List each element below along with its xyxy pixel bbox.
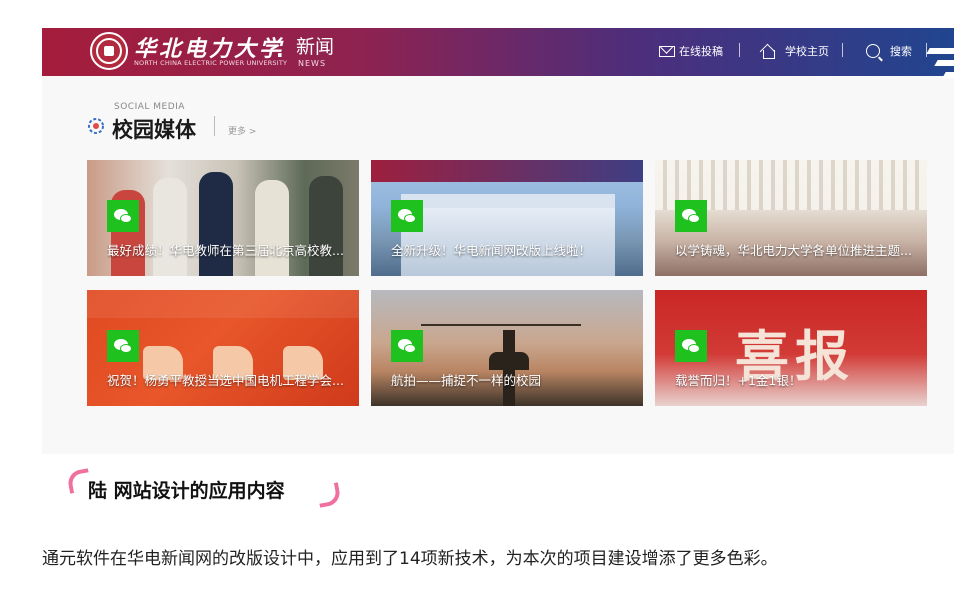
- section-title: 校园媒体: [112, 118, 196, 142]
- photo-figure: [199, 172, 233, 276]
- envelope-icon: [659, 45, 675, 57]
- heading-bracket-right: [316, 482, 342, 508]
- nav-submit-label: 在线投稿: [679, 45, 723, 58]
- section-title-cn: 新闻: [296, 36, 335, 58]
- wechat-icon: [391, 330, 423, 362]
- nav-submit[interactable]: 在线投稿: [659, 40, 723, 62]
- card-caption: 载誉而归！+1金1银！: [675, 373, 802, 388]
- nav-divider: [842, 43, 843, 57]
- photo-figure: [255, 180, 289, 276]
- screenshot-panel: 华北电力大学 NORTH CHINA ELECTRIC POWER UNIVER…: [42, 28, 954, 454]
- article-heading: 陆 网站设计的应用内容: [88, 480, 285, 502]
- section-divider: [214, 116, 215, 136]
- nav-divider: [739, 43, 740, 57]
- section-label-en: SOCIAL MEDIA: [114, 102, 185, 112]
- media-card[interactable]: 祝贺！杨勇平教授当选中国电机工程学会...: [87, 290, 359, 406]
- tower-silhouette: [489, 330, 529, 406]
- card-caption: 航拍——捕捉不一样的校园: [391, 373, 542, 388]
- card-caption: 祝贺！杨勇平教授当选中国电机工程学会...: [107, 373, 344, 388]
- wechat-icon: [107, 330, 139, 362]
- university-seal-logo[interactable]: [90, 32, 128, 70]
- photo-figure: [309, 176, 343, 276]
- banner-band: [87, 290, 359, 318]
- media-card[interactable]: 航拍——捕捉不一样的校园: [371, 290, 643, 406]
- media-card[interactable]: 全新升级！华电新闻网改版上线啦！: [371, 160, 643, 276]
- media-card[interactable]: 最好成绩！华电教师在第三届北京高校教...: [87, 160, 359, 276]
- nav-homepage[interactable]: 学校主页: [761, 40, 829, 62]
- title-dot: .: [276, 38, 284, 62]
- site-header: 华北电力大学 NORTH CHINA ELECTRIC POWER UNIVER…: [42, 28, 954, 78]
- article-paragraph: 通元软件在华电新闻网的改版设计中，应用到了14项新技术，为本次的项目建设增添了更…: [42, 549, 778, 569]
- decorative-stripes: [922, 48, 954, 88]
- wechat-icon: [107, 200, 139, 232]
- media-card[interactable]: 喜报 载誉而归！+1金1银！: [655, 290, 927, 406]
- card-caption: 最好成绩！华电教师在第三届北京高校教...: [107, 243, 344, 258]
- crane-silhouette: [421, 324, 581, 326]
- school-name-en: NORTH CHINA ELECTRIC POWER UNIVERSITY: [134, 59, 288, 67]
- search-icon: [866, 44, 880, 58]
- nav-search[interactable]: 搜索: [866, 40, 912, 62]
- gear-flower-icon: [88, 118, 104, 134]
- more-link[interactable]: 更多 >: [228, 124, 256, 137]
- home-icon: [761, 44, 775, 59]
- wechat-icon: [391, 200, 423, 232]
- photo-figure: [153, 178, 187, 276]
- wechat-icon: [675, 330, 707, 362]
- card-caption: 全新升级！华电新闻网改版上线啦！: [391, 243, 592, 258]
- section-title-en: NEWS: [298, 59, 327, 68]
- nav-homepage-label: 学校主页: [785, 45, 829, 58]
- wechat-icon: [675, 200, 707, 232]
- site-preview-header: [371, 160, 643, 182]
- nav-search-label: 搜索: [890, 45, 912, 58]
- card-caption: 以学铸魂，华北电力大学各单位推进主题...: [675, 243, 912, 258]
- media-card[interactable]: 以学铸魂，华北电力大学各单位推进主题...: [655, 160, 927, 276]
